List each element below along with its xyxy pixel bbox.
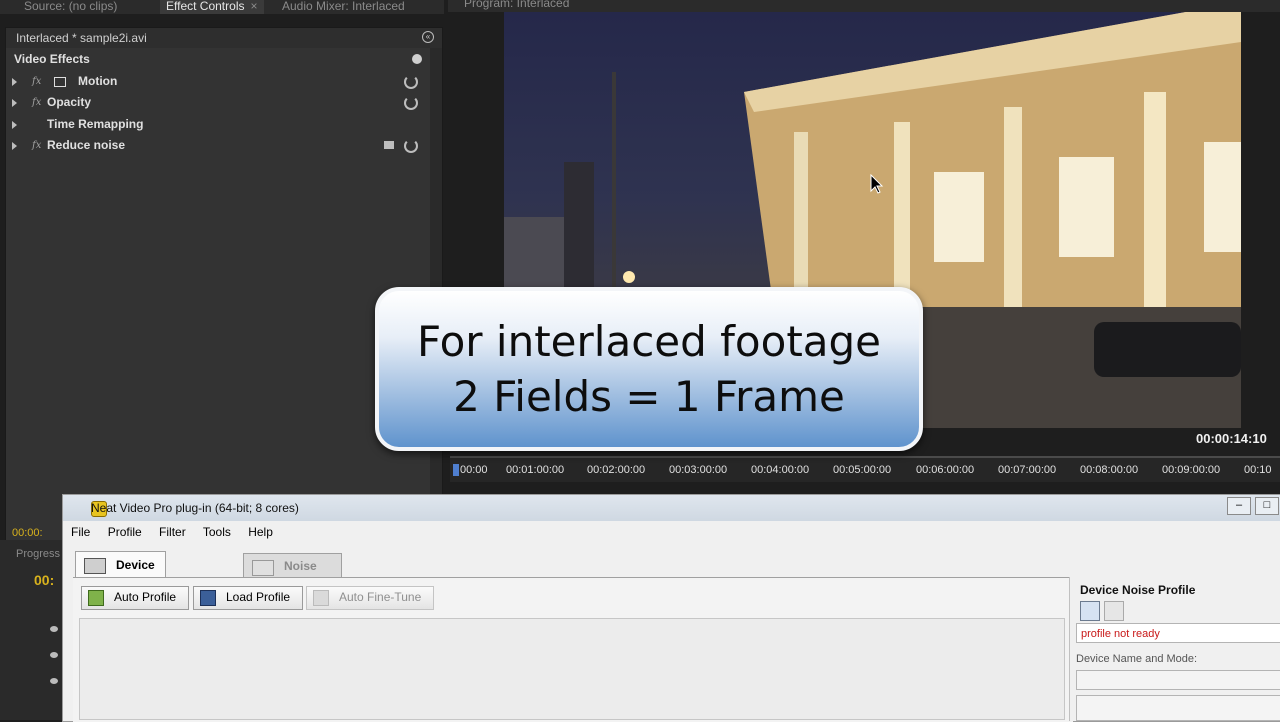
ruler-label: 00:08:00:00 [1080, 464, 1139, 476]
menu-tools[interactable]: Tools [203, 525, 231, 539]
auto-fine-tune-button[interactable]: Auto Fine-Tune [306, 586, 435, 610]
fx-icon[interactable]: fx [32, 92, 41, 113]
window-titlebar[interactable]: Neat Video Pro plug-in (64-bit; 8 cores)… [63, 495, 1280, 521]
tab-audio-mixer[interactable]: Audio Mixer: Interlaced [276, 0, 411, 14]
close-icon[interactable]: × [250, 0, 257, 13]
transform-icon[interactable] [54, 77, 66, 87]
ruler-label: 00:03:00:00 [669, 464, 728, 476]
section-collapse-icon[interactable] [412, 54, 422, 64]
reset-icon[interactable] [404, 139, 418, 153]
tab-effect-controls-label: Effect Controls [166, 0, 245, 13]
device-name-label: Device Name and Mode: [1076, 653, 1198, 665]
collapse-icon[interactable]: « [422, 31, 434, 43]
ruler-label: 00:00 [460, 464, 488, 476]
auto-profile-icon [88, 590, 104, 606]
menu-file[interactable]: File [71, 525, 90, 539]
ruler-label: 00:07:00:00 [998, 464, 1057, 476]
effect-label: Reduce noise [47, 138, 126, 152]
profile-workspace: Auto Profile Load Profile Auto Fine-Tune [73, 577, 1073, 722]
effect-controls-panel: Interlaced * sample2i.avi « Video Effect… [5, 27, 443, 542]
save-as-icon[interactable] [1104, 601, 1124, 621]
callout-line-2: 2 Fields = 1 Frame [453, 372, 845, 421]
effect-label: Time Remapping [47, 117, 144, 131]
callout-line-1: For interlaced footage [416, 317, 882, 366]
device-mode-field[interactable] [1076, 695, 1280, 721]
effect-row-reduce-noise[interactable]: fx Reduce noise [6, 135, 442, 156]
floppy-disk-icon [200, 590, 216, 606]
mouse-cursor-icon [870, 174, 884, 194]
clip-name: Interlaced * sample2i.avi [16, 31, 147, 45]
button-label: Load Profile [226, 590, 291, 604]
video-effects-title: Video Effects [14, 52, 90, 66]
program-tabbar: Program: Interlaced [448, 0, 1280, 12]
reset-icon[interactable] [404, 75, 418, 89]
expand-triangle-icon[interactable] [12, 99, 17, 107]
tab-program[interactable]: Program: Interlaced [464, 0, 569, 10]
effect-row-motion[interactable]: fx Motion [6, 71, 442, 92]
ruler-label: 00:10 [1244, 464, 1272, 476]
fx-icon[interactable]: fx [32, 71, 41, 92]
current-time-large: 00: [34, 572, 55, 588]
eye-icon[interactable] [50, 652, 58, 658]
load-profile-button[interactable]: Load Profile [193, 586, 304, 610]
current-time-small: 00:00: [12, 527, 43, 539]
eye-icon[interactable] [50, 678, 58, 684]
profile-status: profile not ready [1076, 623, 1280, 643]
auto-profile-button[interactable]: Auto Profile [81, 586, 190, 610]
device-name-field[interactable] [1076, 670, 1280, 690]
expand-triangle-icon[interactable] [12, 121, 17, 129]
menubar: File Profile Filter Tools Help [71, 525, 287, 545]
effect-row-time-remapping[interactable]: Time Remapping [6, 114, 442, 135]
ruler-label: 00:06:00:00 [916, 464, 975, 476]
maximize-button[interactable]: □ [1255, 497, 1279, 515]
clip-header: Interlaced * sample2i.avi « [6, 28, 442, 48]
playhead-icon[interactable] [453, 464, 459, 476]
menu-profile[interactable]: Profile [108, 525, 142, 539]
ruler-label: 00:01:00:00 [506, 464, 565, 476]
minimize-button[interactable]: – [1227, 497, 1251, 515]
program-timecode: 00:00:14:10 [1196, 431, 1267, 446]
ruler-label: 00:02:00:00 [587, 464, 646, 476]
settings-dialog-icon[interactable] [384, 141, 394, 149]
panel-title: Device Noise Profile [1080, 583, 1196, 597]
reset-icon[interactable] [404, 96, 418, 110]
progress-label: Progress [16, 548, 61, 560]
menu-filter[interactable]: Filter [159, 525, 186, 539]
tab-effect-controls[interactable]: Effect Controls × [160, 0, 264, 14]
button-label: Auto Fine-Tune [339, 590, 422, 604]
ruler-label: 00:09:00:00 [1162, 464, 1221, 476]
camera-icon [84, 558, 106, 574]
callout-bubble: For interlaced footage 2 Fields = 1 Fram… [375, 287, 923, 451]
eye-icon[interactable] [50, 626, 58, 632]
frame-preview-area[interactable] [79, 618, 1065, 720]
neat-video-window: Neat Video Pro plug-in (64-bit; 8 cores)… [62, 494, 1280, 722]
menu-help[interactable]: Help [248, 525, 273, 539]
sliders-icon [252, 560, 274, 576]
time-ruler[interactable]: 00:00 00:01:00:00 00:02:00:00 00:03:00:0… [450, 456, 1280, 482]
tab-source[interactable]: Source: (no clips) [18, 0, 123, 14]
ruler-label: 00:05:00:00 [833, 464, 892, 476]
effect-label: Motion [78, 74, 118, 88]
window-title: Neat Video Pro plug-in (64-bit; 8 cores) [91, 501, 299, 515]
device-noise-profile-panel: Device Noise Profile profile not ready D… [1069, 577, 1280, 721]
effect-row-opacity[interactable]: fx Opacity [6, 92, 442, 113]
ruler-label: 00:04:00:00 [751, 464, 810, 476]
effect-label: Opacity [47, 95, 92, 109]
button-label: Auto Profile [114, 590, 177, 604]
video-effects-header: Video Effects [6, 49, 442, 70]
save-profile-icon[interactable] [1080, 601, 1100, 621]
panel-tabbar: Source: (no clips) Effect Controls × Audi… [0, 0, 444, 14]
fx-icon[interactable]: fx [32, 135, 41, 156]
tab-device-noise-profile[interactable]: Device Noise Profile [75, 551, 166, 624]
timeline-left-strip: 00:00: Progress 00: [0, 527, 62, 720]
expand-triangle-icon[interactable] [12, 78, 17, 86]
wand-icon [313, 590, 329, 606]
expand-triangle-icon[interactable] [12, 142, 17, 150]
tab-noise-filter-settings[interactable]: Noise Filter Settings [243, 553, 343, 621]
